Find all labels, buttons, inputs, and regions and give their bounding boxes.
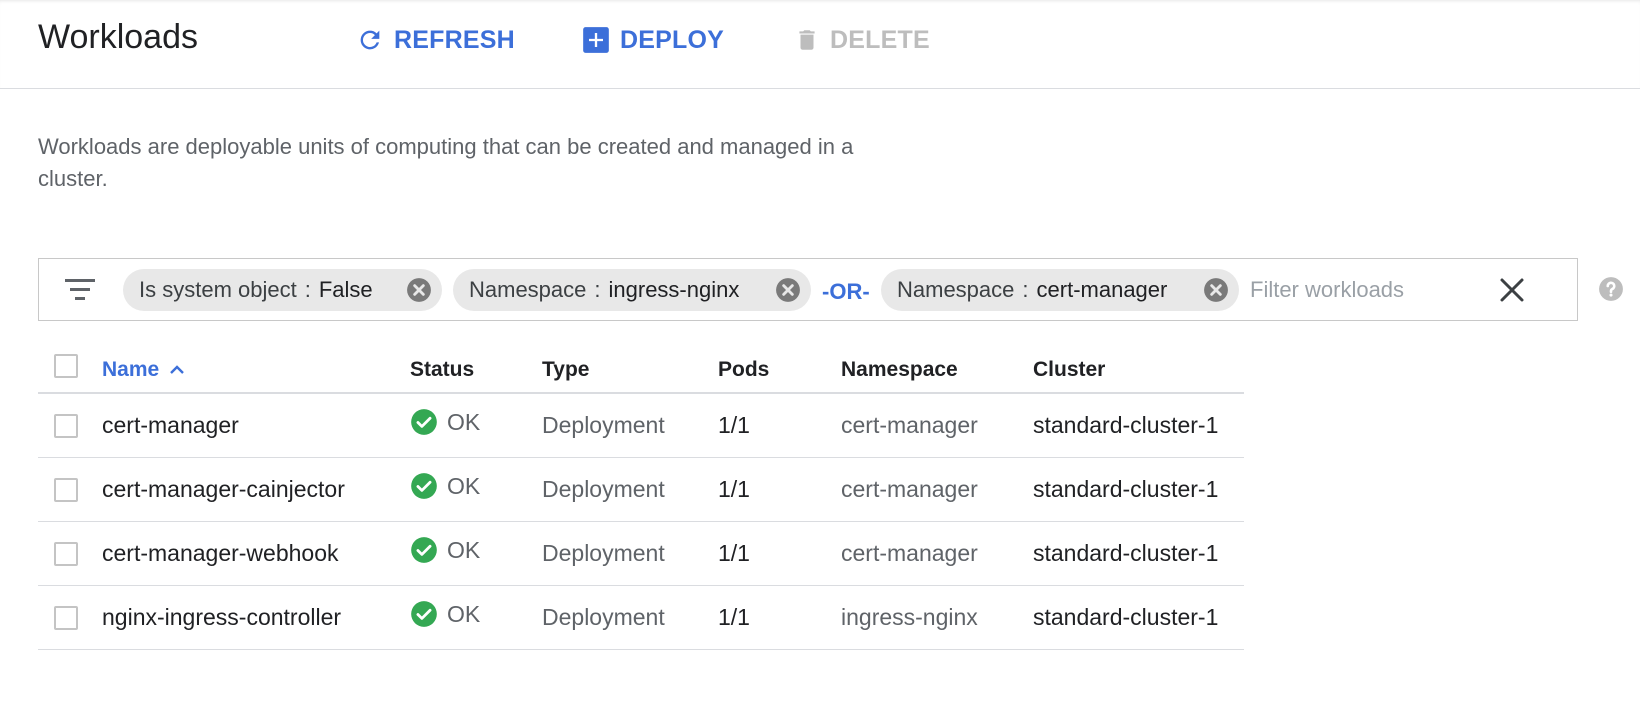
filter-bar: Is system object : False Namespace : ing… (38, 258, 1578, 321)
row-checkbox[interactable] (54, 478, 78, 502)
table-row: cert-manager-cainjector OK Deployment 1/… (38, 458, 1244, 522)
chevron-up-icon (170, 365, 185, 374)
check-circle-icon (411, 473, 437, 499)
status-text: OK (447, 472, 481, 499)
namespace-cell: cert-manager (841, 412, 978, 438)
type-cell: Deployment (542, 540, 665, 566)
chip-separator: : (594, 277, 601, 302)
type-cell: Deployment (542, 476, 665, 502)
check-circle-icon (411, 537, 437, 563)
status-cell: OK (410, 600, 480, 628)
trash-icon (799, 30, 815, 50)
status-cell: OK (410, 536, 480, 564)
cluster-link[interactable]: standard-cluster-1 (1033, 604, 1218, 631)
delete-button[interactable]: DELETE (794, 22, 930, 58)
table-header: Name Status Type Pods Namespace Cluster (38, 346, 1244, 394)
close-icon[interactable] (1497, 275, 1527, 305)
chip-value: False (318, 277, 373, 302)
column-header-namespace[interactable]: Namespace (841, 358, 958, 382)
namespace-cell: ingress-nginx (841, 604, 978, 630)
table-row: nginx-ingress-controller OK Deployment 1… (38, 586, 1244, 650)
row-checkbox[interactable] (54, 606, 78, 630)
status-cell: OK (410, 472, 480, 500)
table-row: cert-manager-webhook OK Deployment 1/1 c… (38, 522, 1244, 586)
pods-cell: 1/1 (718, 476, 750, 502)
page-title: Workloads (38, 18, 198, 56)
filter-workloads-input[interactable] (1250, 273, 1470, 307)
filter-chip-namespace-cert-manager[interactable]: Namespace : cert-manager (881, 269, 1239, 311)
workload-name-link[interactable]: cert-manager-webhook (102, 540, 339, 567)
column-header-name-label: Name (102, 358, 160, 381)
page-header: Workloads REFRESH DEPLOY DELETE (0, 0, 1640, 89)
cluster-link[interactable]: standard-cluster-1 (1033, 412, 1218, 439)
filter-chip-system-object[interactable]: Is system object : False (123, 269, 442, 311)
chip-value: ingress-nginx (608, 277, 740, 302)
column-header-cluster[interactable]: Cluster (1033, 358, 1105, 382)
column-header-status[interactable]: Status (410, 358, 474, 382)
pods-cell: 1/1 (718, 412, 750, 438)
chip-key: Namespace (469, 277, 587, 302)
or-separator: -OR- (822, 279, 870, 304)
column-header-pods[interactable]: Pods (718, 358, 769, 382)
chip-key: Namespace (897, 277, 1015, 302)
help-circle-icon[interactable] (1598, 276, 1624, 302)
pods-cell: 1/1 (718, 604, 750, 630)
workloads-table: Name Status Type Pods Namespace Cluster … (38, 346, 1244, 650)
deploy-button[interactable]: DEPLOY (582, 22, 724, 58)
namespace-cell: cert-manager (841, 540, 978, 566)
pods-cell: 1/1 (718, 540, 750, 566)
add-box-icon (583, 27, 609, 53)
column-header-type[interactable]: Type (542, 358, 589, 382)
workload-name-link[interactable]: cert-manager (102, 412, 239, 439)
status-text: OK (447, 536, 481, 563)
refresh-button[interactable]: REFRESH (356, 22, 515, 58)
refresh-icon (360, 30, 380, 50)
filter-list-icon (65, 279, 95, 300)
workload-name-link[interactable]: cert-manager-cainjector (102, 476, 345, 503)
column-header-name[interactable]: Name (102, 358, 185, 382)
status-cell: OK (410, 408, 480, 436)
cluster-link[interactable]: standard-cluster-1 (1033, 476, 1218, 503)
filter-chip-namespace-ingress-nginx[interactable]: Namespace : ingress-nginx (453, 269, 811, 311)
page-description: Workloads are deployable units of comput… (38, 134, 854, 191)
table-row: cert-manager OK Deployment 1/1 cert-mana… (38, 394, 1244, 458)
delete-label: DELETE (830, 25, 930, 54)
chip-separator: : (1022, 277, 1029, 302)
refresh-label: REFRESH (394, 25, 515, 54)
row-checkbox[interactable] (54, 414, 78, 438)
chip-separator: : (304, 277, 311, 302)
cancel-circle-icon[interactable] (1203, 277, 1229, 303)
namespace-cell: cert-manager (841, 476, 978, 502)
check-circle-icon (411, 601, 437, 627)
cluster-link[interactable]: standard-cluster-1 (1033, 540, 1218, 567)
chip-value: cert-manager (1036, 277, 1168, 302)
deploy-label: DEPLOY (620, 25, 724, 54)
check-circle-icon (411, 409, 437, 435)
chip-key: Is system object (139, 277, 297, 302)
cancel-circle-icon[interactable] (406, 277, 432, 303)
workload-name-link[interactable]: nginx-ingress-controller (102, 604, 341, 631)
select-all-checkbox[interactable] (54, 354, 78, 378)
status-text: OK (447, 600, 481, 627)
cancel-circle-icon[interactable] (775, 277, 801, 303)
type-cell: Deployment (542, 604, 665, 630)
type-cell: Deployment (542, 412, 665, 438)
row-checkbox[interactable] (54, 542, 78, 566)
status-text: OK (447, 408, 481, 435)
